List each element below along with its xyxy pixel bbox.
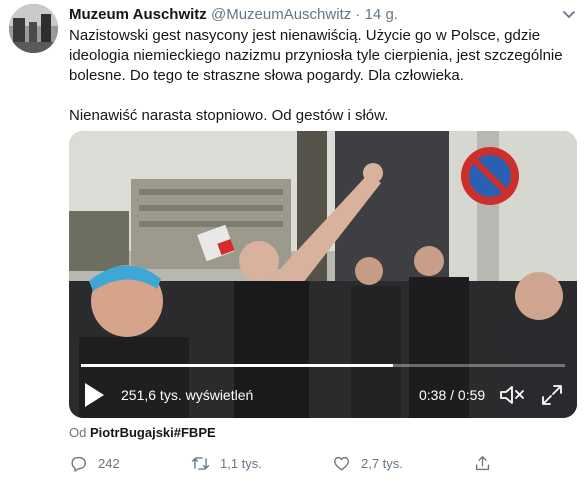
heart-icon	[334, 456, 349, 471]
author-handle[interactable]: @MuzeumAuschwitz	[211, 6, 351, 23]
like-button[interactable]: 2,7 tys.	[332, 452, 403, 474]
author-name[interactable]: Muzeum Auschwitz	[69, 6, 207, 23]
chevron-down-icon[interactable]	[562, 10, 576, 20]
video-attribution: Od PiotrBugajski#FBPE	[69, 425, 216, 440]
video-timecode: 0:38 / 0:59	[419, 387, 486, 403]
fullscreen-icon[interactable]	[541, 384, 563, 406]
retweet-icon	[191, 456, 210, 470]
tweet-paragraph: Nienawiść narasta stopniowo. Od gestów i…	[69, 107, 389, 124]
play-icon[interactable]	[83, 382, 105, 408]
header-separator: ·	[355, 6, 361, 23]
avatar-image	[9, 4, 58, 53]
retweet-button[interactable]: 1,1 tys.	[191, 452, 262, 474]
share-icon	[475, 455, 490, 470]
reply-count: 242	[98, 455, 120, 471]
reply-button[interactable]: 242	[69, 452, 120, 474]
video-player[interactable]: 251,6 tys. wyświetleń 0:38 / 0:59	[69, 131, 577, 418]
author-avatar[interactable]	[9, 4, 58, 53]
video-progress-fill	[81, 364, 393, 367]
tweet-paragraph: Nazistowski gest nasycony jest nienawiśc…	[69, 27, 563, 84]
tweet-actions: 242 1,1 tys. 2,7 tys.	[69, 452, 569, 476]
video-progress-bar[interactable]	[81, 364, 565, 367]
video-controls: 251,6 tys. wyświetleń 0:38 / 0:59	[69, 379, 577, 415]
view-count: 251,6 tys. wyświetleń	[121, 387, 254, 403]
attribution-prefix: Od	[69, 425, 87, 440]
retweet-count: 1,1 tys.	[220, 455, 262, 471]
share-button[interactable]	[473, 452, 492, 474]
tweet-header: Muzeum Auschwitz @MuzeumAuschwitz · 14 g…	[69, 5, 398, 24]
volume-muted-icon[interactable]	[499, 384, 525, 406]
video-frame	[69, 131, 577, 418]
attribution-source-link[interactable]: PiotrBugajski#FBPE	[90, 425, 216, 440]
tweet-time[interactable]: 14 g.	[365, 6, 398, 23]
like-count: 2,7 tys.	[361, 455, 403, 471]
tweet-body: Nazistowski gest nasycony jest nienawiśc…	[69, 26, 574, 126]
reply-icon	[71, 456, 86, 472]
